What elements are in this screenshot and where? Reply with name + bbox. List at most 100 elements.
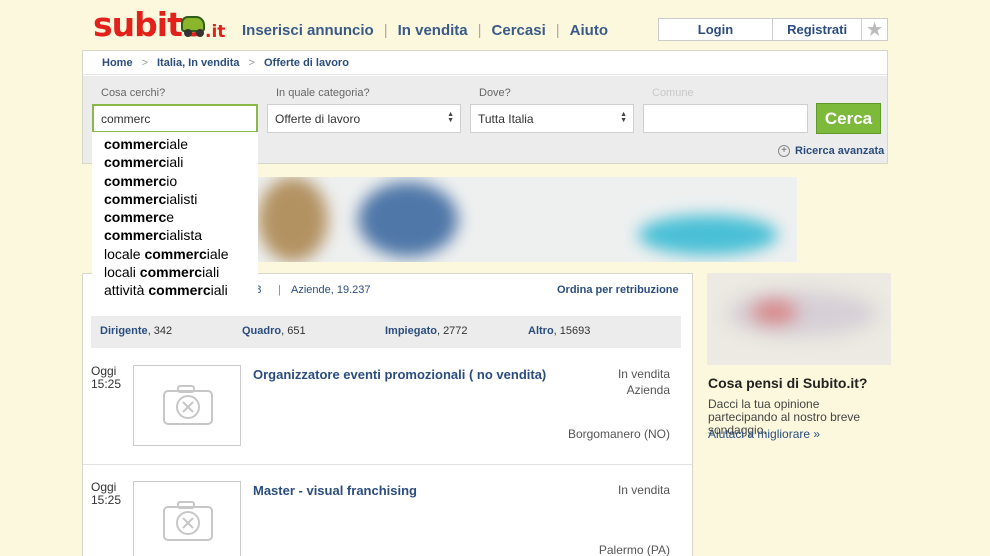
advanced-search-link[interactable]: + Ricerca avanzata — [778, 145, 884, 157]
suggestion-item[interactable]: commercio — [104, 172, 258, 190]
suggestion-item[interactable]: commerce — [104, 208, 258, 226]
login-button[interactable]: Login — [659, 19, 773, 40]
listing-location: Borgomanero (NO) — [567, 427, 670, 441]
listing-thumbnail[interactable] — [133, 481, 241, 556]
star-icon[interactable]: ★ — [862, 19, 887, 40]
sidebar-ad-graphic — [727, 291, 877, 336]
select-arrows-icon: ▲ ▼ — [620, 111, 627, 124]
suggestion-item[interactable]: commerciali — [104, 153, 258, 171]
listing-time: 15:25 — [91, 493, 122, 507]
suggestion-text: locale — [104, 245, 145, 262]
suggestion-match: commerc — [104, 227, 167, 244]
search-button[interactable]: Cerca — [816, 103, 881, 134]
listing-title[interactable]: Organizzatore eventi promozionali ( no v… — [253, 367, 546, 382]
listing-day: Oggi — [91, 480, 117, 494]
stat-companies[interactable]: Aziende, 19.237 — [291, 284, 371, 296]
advanced-search-label: Ricerca avanzata — [795, 145, 885, 157]
subito-logo[interactable]: subito .it — [93, 5, 226, 44]
select-arrows-icon: ▲ ▼ — [447, 111, 454, 124]
suggestion-text: io — [166, 172, 178, 189]
query-label: Cosa cerchi? — [101, 87, 166, 99]
ad-banner[interactable] — [258, 177, 797, 262]
where-label: Dove? — [479, 87, 511, 99]
wheel-icon — [184, 29, 192, 37]
filter-quadro[interactable]: Quadro, 651 — [242, 325, 306, 337]
breadcrumb-separator: > — [248, 56, 255, 69]
survey-title: Cosa pensi di Subito.it? — [708, 375, 868, 391]
listing-title[interactable]: Master - visual franchising — [253, 483, 417, 498]
listing-day: Oggi — [91, 364, 117, 378]
listing-type: In vendita — [617, 367, 670, 381]
listing-thumbnail[interactable] — [133, 365, 241, 446]
banner-graphic — [638, 215, 778, 255]
nav-separator: | — [477, 22, 482, 39]
suggestion-match: commerc — [144, 245, 207, 262]
filter-altro[interactable]: Altro, 15693 — [528, 325, 590, 337]
suggestion-text: iali — [210, 282, 228, 299]
nav-separator: | — [383, 22, 388, 39]
suggestion-text: iali — [166, 154, 184, 171]
comune-input[interactable] — [643, 104, 808, 133]
stat-separator: | — [278, 284, 281, 296]
nav-inserisci-annuncio[interactable]: Inserisci annuncio — [242, 22, 374, 39]
where-select[interactable]: Tutta Italia ▲ ▼ — [470, 104, 634, 133]
suggestion-match: commerc — [104, 190, 167, 207]
suggestion-item[interactable]: locale commerciale — [104, 245, 258, 263]
search-input[interactable]: commerc — [92, 104, 258, 133]
listing-location: Palermo (PA) — [598, 543, 670, 556]
listing-type: In vendita — [617, 483, 670, 497]
suggestion-text: e — [166, 209, 175, 226]
row-divider — [83, 464, 692, 465]
suggestion-item[interactable]: commerciale — [104, 135, 258, 153]
register-button[interactable]: Registrati — [773, 19, 863, 40]
logo-tld: .it — [205, 22, 226, 42]
listing-advertiser: Azienda — [626, 383, 670, 397]
suggestion-text: iale — [206, 245, 229, 262]
order-by-salary-link[interactable]: Ordina per retribuzione — [557, 284, 679, 296]
plus-icon: + — [778, 145, 790, 157]
suggestion-item[interactable]: commercialista — [104, 226, 258, 244]
nav-in-vendita[interactable]: In vendita — [398, 22, 468, 39]
category-label: In quale categoria? — [276, 87, 370, 99]
breadcrumb: Home > Italia, In vendita > Offerte di l… — [83, 51, 887, 75]
suggestion-match: commerc — [104, 154, 167, 171]
category-select[interactable]: Offerte di lavoro ▲ ▼ — [267, 104, 461, 133]
suggestion-match: commerc — [148, 282, 211, 299]
breadcrumb-location[interactable]: Italia, In vendita — [157, 57, 240, 69]
nav-aiuto[interactable]: Aiuto — [570, 22, 608, 39]
category-select-value: Offerte di lavoro — [275, 111, 361, 126]
autocomplete-dropdown: commerciale commerciali commercio commercia… — [92, 132, 258, 300]
suggestion-text: ialisti — [166, 190, 198, 207]
suggestion-match: commerc — [104, 136, 167, 152]
suggestion-text: ialista — [166, 227, 203, 244]
banner-graphic — [358, 182, 458, 257]
suggestion-item[interactable]: commercialisti — [104, 190, 258, 208]
breadcrumb-home[interactable]: Home — [102, 57, 133, 69]
nav-cercasi[interactable]: Cercasi — [492, 22, 546, 39]
where-select-value: Tutta Italia — [478, 111, 534, 126]
listing-time: 15:25 — [91, 377, 122, 391]
filter-dirigente[interactable]: Dirigente, 342 — [100, 325, 172, 337]
suggestion-match: commerc — [104, 172, 167, 189]
listing-panel: 228 | Aziende, 19.237 Ordina per retribu… — [82, 273, 693, 556]
survey-link[interactable]: Aiutaci a migliorare » — [708, 427, 820, 441]
banner-graphic — [258, 177, 328, 262]
filter-impiegato[interactable]: Impiegato, 2772 — [385, 325, 468, 337]
camera-icon — [163, 385, 213, 425]
auth-bar: Login Registrati ★ — [658, 18, 888, 41]
suggestion-item[interactable]: locali commerciali — [104, 263, 258, 281]
suggestion-text: iale — [166, 136, 189, 152]
main-nav: Inserisci annuncio | In vendita | Cercas… — [242, 22, 608, 39]
suggestion-item[interactable]: attività commerciali — [104, 281, 258, 299]
suggestion-match: commerc — [139, 264, 203, 281]
listing-row[interactable]: Oggi 15:25 Organizzatore eventi promozio… — [83, 365, 692, 465]
camera-icon — [163, 501, 213, 541]
sidebar-ad-graphic — [752, 301, 797, 323]
comune-label: Comune — [652, 87, 694, 99]
suggestion-match: commerc — [104, 209, 167, 226]
wheel-icon — [196, 29, 204, 37]
breadcrumb-category[interactable]: Offerte di lavoro — [264, 57, 349, 69]
sidebar-ad-image[interactable] — [707, 273, 891, 365]
category-filter-bar: Dirigente, 342 Quadro, 651 Impiegato, 27… — [91, 316, 681, 348]
listing-row[interactable]: Oggi 15:25 Master - visual franchising I… — [83, 481, 692, 556]
